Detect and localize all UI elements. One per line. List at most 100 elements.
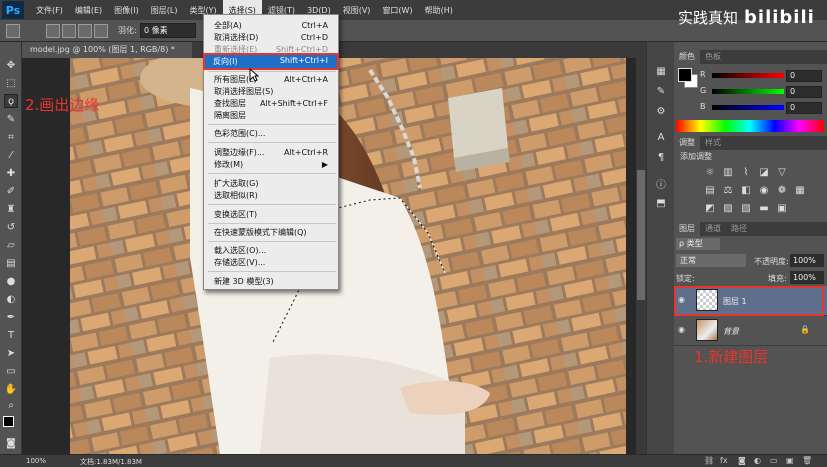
character-panel-icon[interactable]: A bbox=[654, 130, 668, 144]
shape-tool-icon[interactable]: ▭ bbox=[4, 364, 18, 378]
invert-icon[interactable]: ◩ bbox=[704, 202, 716, 214]
new-selection-icon[interactable] bbox=[46, 24, 60, 38]
menu-item-grow[interactable]: 扩大选取(G) bbox=[214, 178, 338, 189]
tab-color[interactable]: 颜色 bbox=[674, 50, 700, 64]
menu-layer[interactable]: 图层(L) bbox=[145, 0, 184, 20]
blue-channel-slider[interactable] bbox=[712, 105, 784, 110]
quick-select-tool-icon[interactable]: ✎ bbox=[4, 112, 18, 126]
menu-item-save-selection[interactable]: 存储选区(V)... bbox=[214, 257, 338, 268]
new-layer-icon[interactable]: ▣ bbox=[786, 456, 794, 465]
dodge-tool-icon[interactable]: ◐ bbox=[4, 292, 18, 306]
layer-name[interactable]: 背景 bbox=[723, 326, 739, 337]
move-tool-icon[interactable]: ✥ bbox=[4, 58, 18, 72]
link-layers-icon[interactable]: ⛓ bbox=[704, 456, 714, 465]
photo-filter-icon[interactable]: ◉ bbox=[758, 184, 770, 196]
new-adjustment-icon[interactable]: ◐ bbox=[754, 456, 761, 465]
brightness-icon[interactable]: ☼ bbox=[704, 166, 716, 178]
fill-input[interactable]: 100% bbox=[790, 271, 824, 284]
menu-item-load-selection[interactable]: 载入选区(O)... bbox=[214, 245, 338, 256]
add-selection-icon[interactable] bbox=[62, 24, 76, 38]
color-lookup-icon[interactable]: ▦ bbox=[794, 184, 806, 196]
menu-item-similar[interactable]: 选取相似(R) bbox=[214, 190, 338, 201]
channel-mixer-icon[interactable]: ❁ bbox=[776, 184, 788, 196]
green-channel-slider[interactable] bbox=[712, 89, 784, 94]
menu-item-new-3d-model[interactable]: 新建 3D 模型(3) bbox=[214, 276, 338, 287]
tab-layers[interactable]: 图层 bbox=[674, 222, 700, 236]
quick-mask-icon[interactable]: ◙ bbox=[4, 436, 18, 450]
history-brush-tool-icon[interactable]: ↺ bbox=[4, 220, 18, 234]
add-mask-icon[interactable]: ◙ bbox=[738, 456, 746, 465]
gradient-tool-icon[interactable]: ▤ bbox=[4, 256, 18, 270]
curves-icon[interactable]: ⌇ bbox=[740, 166, 752, 178]
subtract-selection-icon[interactable] bbox=[78, 24, 92, 38]
menu-item-all[interactable]: 全部(A) Ctrl+A bbox=[214, 20, 338, 31]
type-tool-icon[interactable]: T bbox=[4, 328, 18, 342]
tab-channels[interactable]: 通道 bbox=[700, 222, 726, 236]
menu-help[interactable]: 帮助(H) bbox=[419, 0, 459, 20]
eyedropper-tool-icon[interactable]: ⁄ bbox=[4, 148, 18, 162]
zoom-tool-icon[interactable]: ⌕ bbox=[4, 398, 18, 412]
menu-item-isolate-layers[interactable]: 隔离图层 bbox=[214, 110, 338, 121]
menu-item-modify[interactable]: 修改(M) ▶ bbox=[214, 159, 338, 170]
eraser-tool-icon[interactable]: ▱ bbox=[4, 238, 18, 252]
menu-image[interactable]: 图像(I) bbox=[108, 0, 145, 20]
levels-icon[interactable]: ▥ bbox=[722, 166, 734, 178]
opacity-input[interactable]: 100% bbox=[790, 254, 824, 267]
menu-edit[interactable]: 编辑(E) bbox=[69, 0, 108, 20]
layer-filter-select[interactable]: ρ 类型 bbox=[676, 238, 720, 250]
document-info[interactable]: 文档:1.83M/1.83M bbox=[80, 457, 142, 467]
lasso-tool-icon[interactable]: ϙ bbox=[4, 94, 18, 108]
new-group-icon[interactable]: ▭ bbox=[770, 456, 778, 465]
black-white-icon[interactable]: ◧ bbox=[740, 184, 752, 196]
foreground-color-swatch[interactable] bbox=[3, 416, 14, 427]
blend-mode-select[interactable]: 正常 bbox=[676, 254, 746, 267]
tool-presets-icon[interactable]: ⚙ bbox=[654, 104, 668, 118]
vertical-scrollbar-thumb[interactable] bbox=[637, 170, 645, 300]
clone-stamp-tool-icon[interactable]: ♜ bbox=[4, 202, 18, 216]
marquee-tool-icon[interactable]: ⬚ bbox=[4, 76, 18, 90]
menu-item-deselect-layers[interactable]: 取消选择图层(S) bbox=[214, 86, 338, 97]
brush-tool-icon[interactable]: ✐ bbox=[4, 184, 18, 198]
exposure-icon[interactable]: ◪ bbox=[758, 166, 770, 178]
navigator-panel-icon[interactable]: ⬒ bbox=[654, 196, 668, 210]
menu-window[interactable]: 窗口(W) bbox=[376, 0, 418, 20]
red-channel-value[interactable]: 0 bbox=[786, 70, 822, 82]
tab-swatches[interactable]: 色板 bbox=[700, 50, 726, 64]
blue-channel-value[interactable]: 0 bbox=[786, 102, 822, 114]
pen-tool-icon[interactable]: ✒ bbox=[4, 310, 18, 324]
menu-item-all-layers[interactable]: 所有图层(L) Alt+Ctrl+A bbox=[214, 74, 338, 85]
document-tab[interactable]: model.jpg @ 100% (图层 1, RGB/8) * bbox=[22, 42, 192, 58]
zoom-level[interactable]: 100% bbox=[26, 457, 46, 465]
blur-tool-icon[interactable]: ● bbox=[4, 274, 18, 288]
healing-brush-tool-icon[interactable]: ✚ bbox=[4, 166, 18, 180]
red-channel-slider[interactable] bbox=[712, 73, 784, 78]
menu-view[interactable]: 视图(V) bbox=[337, 0, 377, 20]
history-panel-icon[interactable]: ▦ bbox=[654, 64, 668, 78]
hand-tool-icon[interactable]: ✋ bbox=[4, 382, 18, 396]
menu-item-deselect[interactable]: 取消选择(D) Ctrl+D bbox=[214, 32, 338, 43]
panel-foreground-swatch[interactable] bbox=[678, 68, 692, 82]
vibrance-icon[interactable]: ▽ bbox=[776, 166, 788, 178]
menu-item-color-range[interactable]: 色彩范围(C)... bbox=[214, 128, 338, 139]
eye-icon[interactable]: ◉ bbox=[678, 325, 685, 334]
menu-file[interactable]: 文件(F) bbox=[30, 0, 69, 20]
color-balance-icon[interactable]: ⚖ bbox=[722, 184, 734, 196]
menu-item-find-layers[interactable]: 查找图层 Alt+Shift+Ctrl+F bbox=[214, 98, 338, 109]
feather-input[interactable]: 0 像素 bbox=[140, 23, 196, 38]
paragraph-panel-icon[interactable]: ¶ bbox=[654, 150, 668, 164]
gradient-map-icon[interactable]: ▬ bbox=[758, 202, 770, 214]
photo-canvas[interactable] bbox=[70, 58, 626, 454]
brush-panel-icon[interactable]: ✎ bbox=[654, 84, 668, 98]
color-spectrum-bar[interactable] bbox=[676, 120, 824, 132]
delete-layer-icon[interactable]: 🗑 bbox=[802, 456, 812, 465]
tool-preset-icon[interactable] bbox=[6, 24, 20, 38]
intersect-selection-icon[interactable] bbox=[94, 24, 108, 38]
info-panel-icon[interactable]: ⓘ bbox=[654, 176, 668, 191]
path-select-tool-icon[interactable]: ➤ bbox=[4, 346, 18, 360]
menu-item-refine-edge[interactable]: 调整边缘(F)... Alt+Ctrl+R bbox=[214, 147, 338, 158]
layer-row-background[interactable]: ◉ 背景 🔒 bbox=[674, 316, 827, 346]
hue-saturation-icon[interactable]: ▤ bbox=[704, 184, 716, 196]
menu-item-quick-mask[interactable]: 在快速蒙版模式下编辑(Q) bbox=[214, 227, 338, 238]
threshold-icon[interactable]: ▧ bbox=[740, 202, 752, 214]
tab-styles[interactable]: 样式 bbox=[700, 136, 726, 150]
